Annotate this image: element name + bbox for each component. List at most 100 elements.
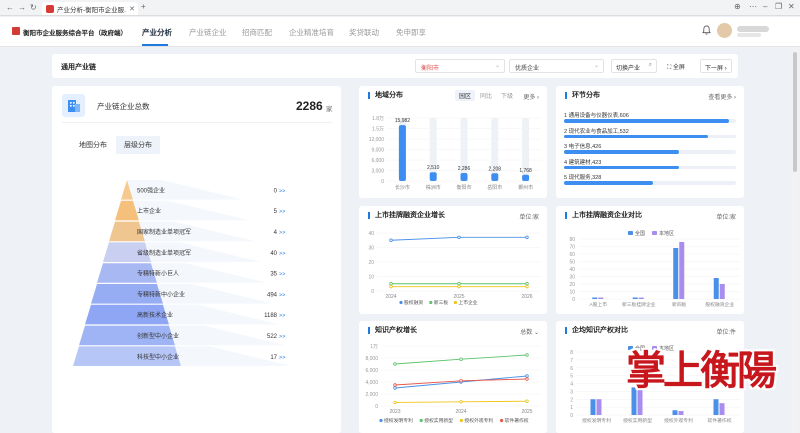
ip-growth-selector[interactable]: 总数 ⌄: [520, 327, 539, 336]
tier-arrow: >>: [279, 313, 285, 319]
compare-bar: [719, 284, 725, 299]
listing-growth-unit: 单位:家: [519, 215, 539, 221]
legend-label: 全国: [635, 230, 645, 237]
switch-industry-label: 切换产业: [616, 66, 641, 72]
divider: [62, 122, 332, 123]
y-tick-label: 80: [569, 237, 575, 243]
region-more-label: 更多: [523, 95, 536, 101]
globe-icon[interactable]: ⊕: [734, 2, 741, 11]
x-tick-label: 长沙市: [395, 184, 410, 191]
y-tick-label: 6,000: [365, 368, 378, 374]
next-screen-button[interactable]: 下一屏 ›: [700, 59, 732, 73]
tier-count: 40: [270, 251, 277, 257]
bar-value-label: 2,510: [427, 165, 440, 171]
switch-industry-button[interactable]: 切换产业 ⌕: [611, 59, 657, 73]
tier-label: 专精特新小巨人: [137, 270, 179, 278]
bell-icon[interactable]: [702, 25, 711, 35]
listing-growth-title: 上市挂牌融资企业增长: [368, 212, 445, 219]
segment-item[interactable]: 4 建筑建材,423: [564, 158, 736, 174]
ip-growth-card: 知识产权增长 总数 ⌄ 0 2,000 4,000 6,000 8,000 1万 2023 2…: [359, 321, 547, 433]
data-point: [525, 282, 529, 286]
avatar[interactable]: [717, 23, 732, 38]
data-point: [457, 235, 461, 240]
menu-icon[interactable]: ⋯: [749, 2, 757, 11]
nav-investment-match[interactable]: 招商匹配: [242, 27, 272, 38]
segment-item[interactable]: 2 现代农业与食品加工,532: [564, 127, 736, 143]
segment-more-label: 查看更多: [708, 95, 733, 101]
x-tick-label: 授权实用新型: [623, 417, 652, 424]
y-tick-label: 0: [371, 289, 374, 295]
window-close-icon[interactable]: ✕: [788, 2, 795, 11]
active-nav-indicator: [142, 44, 168, 46]
nav-industry-analysis[interactable]: 产业分析: [142, 27, 172, 38]
segment-bar-fill: [564, 150, 680, 154]
x-tick-label: 2025: [521, 409, 532, 415]
segment-bar-track: [564, 150, 736, 154]
tab-tier-distribution[interactable]: 层级分布: [116, 136, 160, 154]
tier-label: 500强企业: [137, 186, 165, 194]
y-tick-label: 8: [570, 350, 573, 356]
compare-bar: [590, 399, 596, 415]
segment-bar-track: [564, 119, 736, 123]
y-tick-label: 6,000: [371, 158, 384, 164]
fullscreen-icon: ⛶: [667, 65, 672, 71]
total-unit: 家: [326, 106, 333, 113]
nav-reward-loan[interactable]: 奖贷联动: [349, 27, 379, 38]
tier-arrow: >>: [279, 230, 285, 236]
y-tick-label: 8,000: [365, 356, 378, 362]
segment-item[interactable]: 5 现代服务,328: [564, 173, 736, 189]
ip-compare-unit: 单位:件: [716, 330, 736, 336]
region-card-title: 地域分布: [368, 92, 403, 99]
close-icon[interactable]: ✕: [129, 5, 135, 13]
city-select[interactable]: 衡阳市 ⌄: [415, 59, 505, 73]
x-tick-label: 2024: [455, 409, 466, 415]
y-tick-label: 40: [569, 267, 575, 273]
tab-map-distribution[interactable]: 地图分布: [79, 140, 107, 150]
nav-chain-enterprises[interactable]: 产业链企业: [189, 27, 227, 38]
segment-item[interactable]: 3 电子信息,426: [564, 142, 736, 158]
tier-label: 高新技术企业: [137, 311, 173, 319]
minimize-icon[interactable]: –: [763, 2, 767, 11]
y-tick-label: 50: [569, 260, 575, 266]
region-more-link[interactable]: 更多 ›: [523, 92, 539, 101]
segment-item[interactable]: 1 通用设备与仪器仪表,606: [564, 111, 736, 127]
nav-exempt-apply[interactable]: 免申即享: [396, 27, 426, 38]
data-point: [525, 353, 529, 357]
legend-marker: [459, 418, 463, 423]
segment-bar-fill: [564, 134, 709, 139]
y-tick-label: 2,000: [365, 392, 378, 398]
nav-precise-cultivation[interactable]: 企业精准培育: [289, 27, 334, 38]
forward-icon[interactable]: →: [18, 3, 26, 12]
data-point: [525, 377, 529, 381]
user-role-placeholder: [737, 33, 761, 37]
x-tick-label: 株洲市: [426, 184, 441, 191]
tier-label: 专精特新中小企业: [137, 290, 185, 298]
y-tick-label: 3,000: [371, 169, 384, 175]
browser-tab[interactable]: 产业分析-衡阳市企业服... ✕: [42, 2, 138, 15]
y-tick-label: 1.5万: [372, 127, 384, 133]
enterprise-type-select[interactable]: 优质企业 ⌄: [509, 59, 604, 73]
region-bar: [522, 174, 530, 181]
tab-park[interactable]: 园区: [455, 90, 476, 101]
data-point: [525, 374, 529, 378]
fullscreen-button[interactable]: ⛶ 全屏: [663, 59, 689, 73]
page-scrollbar[interactable]: [792, 48, 798, 433]
brand-title: 衡阳市企业服务综合平台（政府端）: [23, 30, 127, 37]
tab-yoy[interactable]: 同比: [476, 90, 496, 101]
tier-pyramid: 500强企业 0 >>上市企业 5 >>国家制造业单项冠军 4 >>省级制造业单项冠军 40 >…: [73, 180, 291, 366]
segment-card-title: 环节分布: [565, 92, 600, 99]
reload-icon[interactable]: ↻: [30, 3, 37, 12]
tab-sublevel[interactable]: 下级: [497, 90, 517, 101]
data-point: [525, 399, 529, 403]
x-tick-label: 授权外观专利: [664, 417, 693, 424]
new-tab-icon[interactable]: +: [141, 2, 146, 11]
data-point: [457, 282, 461, 286]
segment-more-link[interactable]: 查看更多 ›: [708, 92, 736, 101]
back-icon[interactable]: ←: [6, 3, 14, 12]
listing-compare-chart: 010 2030 4050 6070 80 A股上市 新三板挂牌企业 新四板 股权融资企业 全国 本…: [569, 230, 740, 308]
pyramid-tier-face: [163, 304, 279, 325]
restore-icon[interactable]: ❐: [775, 2, 782, 11]
legend-marker: [419, 418, 423, 423]
bar-background: [429, 118, 437, 181]
listing-compare-card: 上市挂牌融资企业对比 单位:家 0 10 20 30 40 50 60 70 80 A股上市 新三板…: [556, 206, 744, 314]
